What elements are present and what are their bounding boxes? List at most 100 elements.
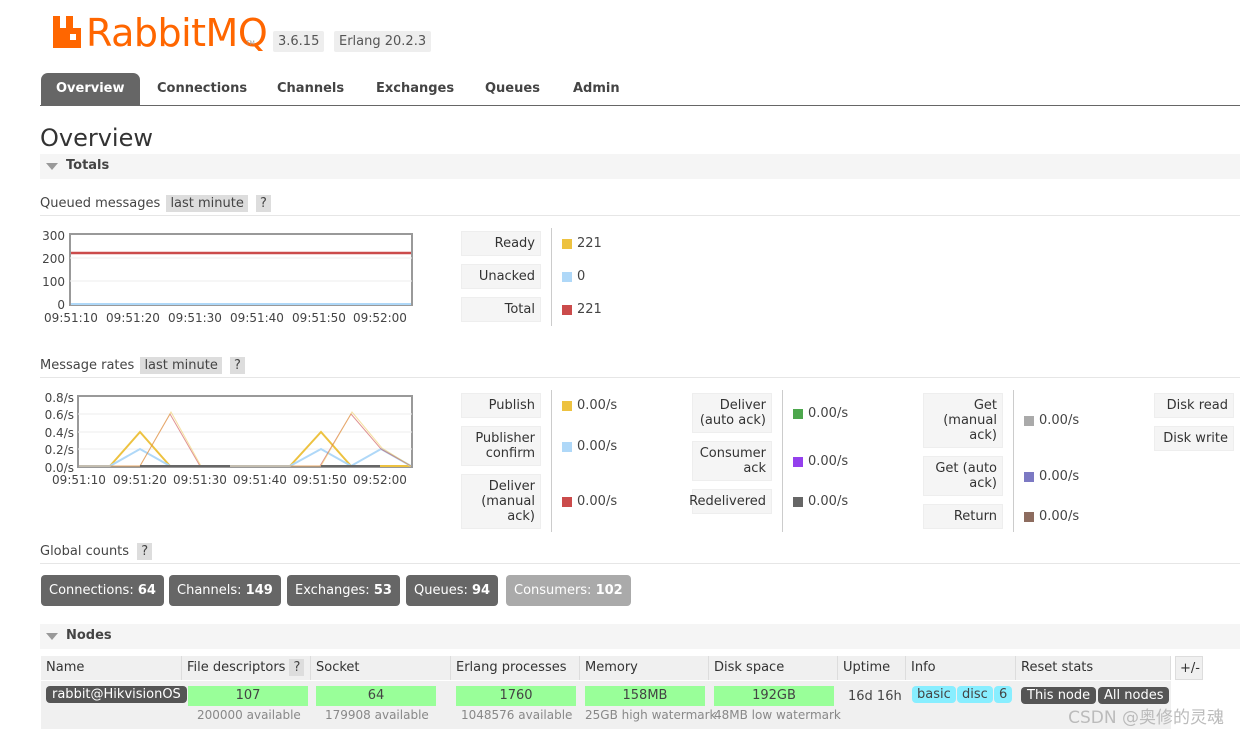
legend-total[interactable]: Total [461, 297, 541, 322]
deliver-auto-swatch [793, 409, 803, 419]
x-tick: 09:51:30 [173, 473, 227, 487]
x-tick: 09:51:20 [113, 473, 167, 487]
nodes-section-toggle[interactable]: Nodes [40, 624, 1240, 649]
tab-overview[interactable]: Overview [41, 73, 140, 105]
x-tick: 09:51:40 [230, 311, 284, 325]
count-label: Channels: [177, 583, 242, 598]
count-label: Consumers: [514, 583, 592, 598]
legend-deliver-auto-ack-label: Deliver (auto ack) [699, 398, 766, 428]
return-value: 0.00/s [1039, 509, 1080, 524]
reset-all-nodes-button[interactable]: All nodes [1098, 687, 1170, 704]
count-label: Connections: [49, 583, 134, 598]
legend-consumer-ack[interactable]: Consumer ack [692, 441, 772, 481]
uptime-value: 16d 16h [848, 689, 902, 704]
x-tick: 09:51:10 [44, 311, 98, 325]
info-count-badge: 6 [994, 686, 1013, 703]
legend-ready[interactable]: Ready [461, 231, 541, 256]
legend-deliver-manual-ack[interactable]: Deliver (manual ack) [461, 474, 541, 529]
memory-watermark: 25GB high watermark [585, 708, 717, 722]
legend-ready-label: Ready [494, 236, 535, 251]
deliver-manual-swatch [562, 497, 572, 507]
x-tick: 09:51:50 [293, 473, 347, 487]
y-tick: 0 [57, 298, 65, 312]
legend-publish[interactable]: Publish [461, 393, 541, 418]
node-name-link[interactable]: rabbit@HikvisionOS [46, 686, 187, 703]
legend-deliver-auto-ack[interactable]: Deliver (auto ack) [692, 393, 772, 433]
legend-publish-label: Publish [488, 398, 535, 413]
x-tick: 09:51:10 [52, 473, 106, 487]
publish-value: 0.00/s [577, 398, 618, 413]
fd-available: 200000 available [197, 708, 301, 722]
y-tick: 100 [42, 275, 65, 289]
totals-section-label: Totals [66, 158, 110, 173]
legend-publisher-confirm[interactable]: Publisher confirm [461, 426, 541, 466]
publisher-confirm-swatch [562, 442, 572, 452]
divider [551, 228, 552, 326]
reset-this-node-button[interactable]: This node [1021, 687, 1097, 704]
legend-return[interactable]: Return [923, 504, 1003, 529]
tab-queues[interactable]: Queues [485, 73, 540, 105]
info-basic-badge: basic [912, 686, 956, 703]
y-tick: 0.8/s [45, 391, 74, 405]
fd-bar: 107 [188, 686, 308, 706]
divider [40, 215, 1240, 216]
legend-get-auto-ack-label: Get (auto ack) [935, 461, 997, 491]
divider [40, 563, 1240, 564]
rates-range-select[interactable]: last minute [140, 357, 222, 374]
consumers-count-badge: Consumers: 102 [506, 575, 631, 606]
y-tick: 0.4/s [45, 426, 74, 440]
col-name: Name [41, 656, 182, 680]
get-manual-value: 0.00/s [1039, 413, 1080, 428]
collapse-triangle-icon [46, 163, 58, 170]
rates-help-button[interactable]: ? [230, 357, 245, 374]
fd-help-button[interactable]: ? [289, 659, 305, 676]
queued-help-button[interactable]: ? [256, 195, 271, 212]
global-counts-heading: Global counts ? [40, 543, 153, 560]
connections-count-button[interactable]: Connections: 64 [41, 575, 164, 606]
legend-disk-write[interactable]: Disk write [1154, 426, 1234, 451]
legend-disk-read[interactable]: Disk read [1154, 393, 1234, 418]
exchanges-count-button[interactable]: Exchanges: 53 [287, 575, 400, 606]
unacked-value: 0 [577, 269, 586, 284]
legend-unacked[interactable]: Unacked [461, 264, 541, 289]
plot-area [69, 233, 413, 306]
legend-get-manual-ack[interactable]: Get (manual ack) [923, 393, 1003, 448]
publish-swatch [562, 401, 572, 411]
col-memory: Memory [580, 656, 709, 680]
ep-available: 1048576 available [461, 708, 573, 722]
tab-connections[interactable]: Connections [157, 73, 247, 105]
count-value: 102 [595, 583, 623, 598]
tab-admin[interactable]: Admin [573, 73, 620, 105]
count-value: 64 [137, 583, 156, 598]
legend-get-auto-ack[interactable]: Get (auto ack) [923, 456, 1003, 496]
x-tick: 09:51:50 [292, 311, 346, 325]
version-badge: 3.6.15 [273, 31, 325, 52]
consumer-ack-value: 0.00/s [808, 454, 849, 469]
total-value: 221 [577, 302, 602, 317]
queued-messages-heading: Queued messages last minute ? [40, 195, 271, 212]
return-swatch [1024, 512, 1034, 522]
columns-toggle-button[interactable]: +/- [1175, 656, 1203, 680]
tab-exchanges[interactable]: Exchanges [376, 73, 454, 105]
queued-messages-chart: 300 200 100 0 09:51:10 09:51:20 09:51:30… [42, 229, 413, 325]
y-tick: 300 [42, 229, 65, 243]
col-info: Info [906, 656, 1016, 680]
global-counts-help-button[interactable]: ? [137, 543, 153, 560]
y-tick: 0.2/s [45, 443, 74, 457]
legend-redelivered[interactable]: Redelivered [689, 489, 772, 514]
x-tick: 09:51:30 [168, 311, 222, 325]
consumer-ack-swatch [793, 457, 803, 467]
count-value: 149 [245, 583, 273, 598]
legend-return-label: Return [953, 509, 997, 524]
deliver-auto-value: 0.00/s [808, 406, 849, 421]
message-rates-chart: 0.8/s 0.6/s 0.4/s 0.2/s 0.0/s 09:51:10 0… [45, 391, 413, 487]
channels-count-button[interactable]: Channels: 149 [169, 575, 281, 606]
message-rates-heading: Message rates last minute ? [40, 357, 245, 374]
queued-range-select[interactable]: last minute [166, 195, 248, 212]
queues-count-button[interactable]: Queues: 94 [406, 575, 499, 606]
tab-channels[interactable]: Channels [277, 73, 344, 105]
legend-unacked-label: Unacked [478, 269, 535, 284]
get-manual-swatch [1024, 416, 1034, 426]
totals-section-toggle[interactable]: Totals [40, 154, 1240, 179]
redelivered-value: 0.00/s [808, 494, 849, 509]
